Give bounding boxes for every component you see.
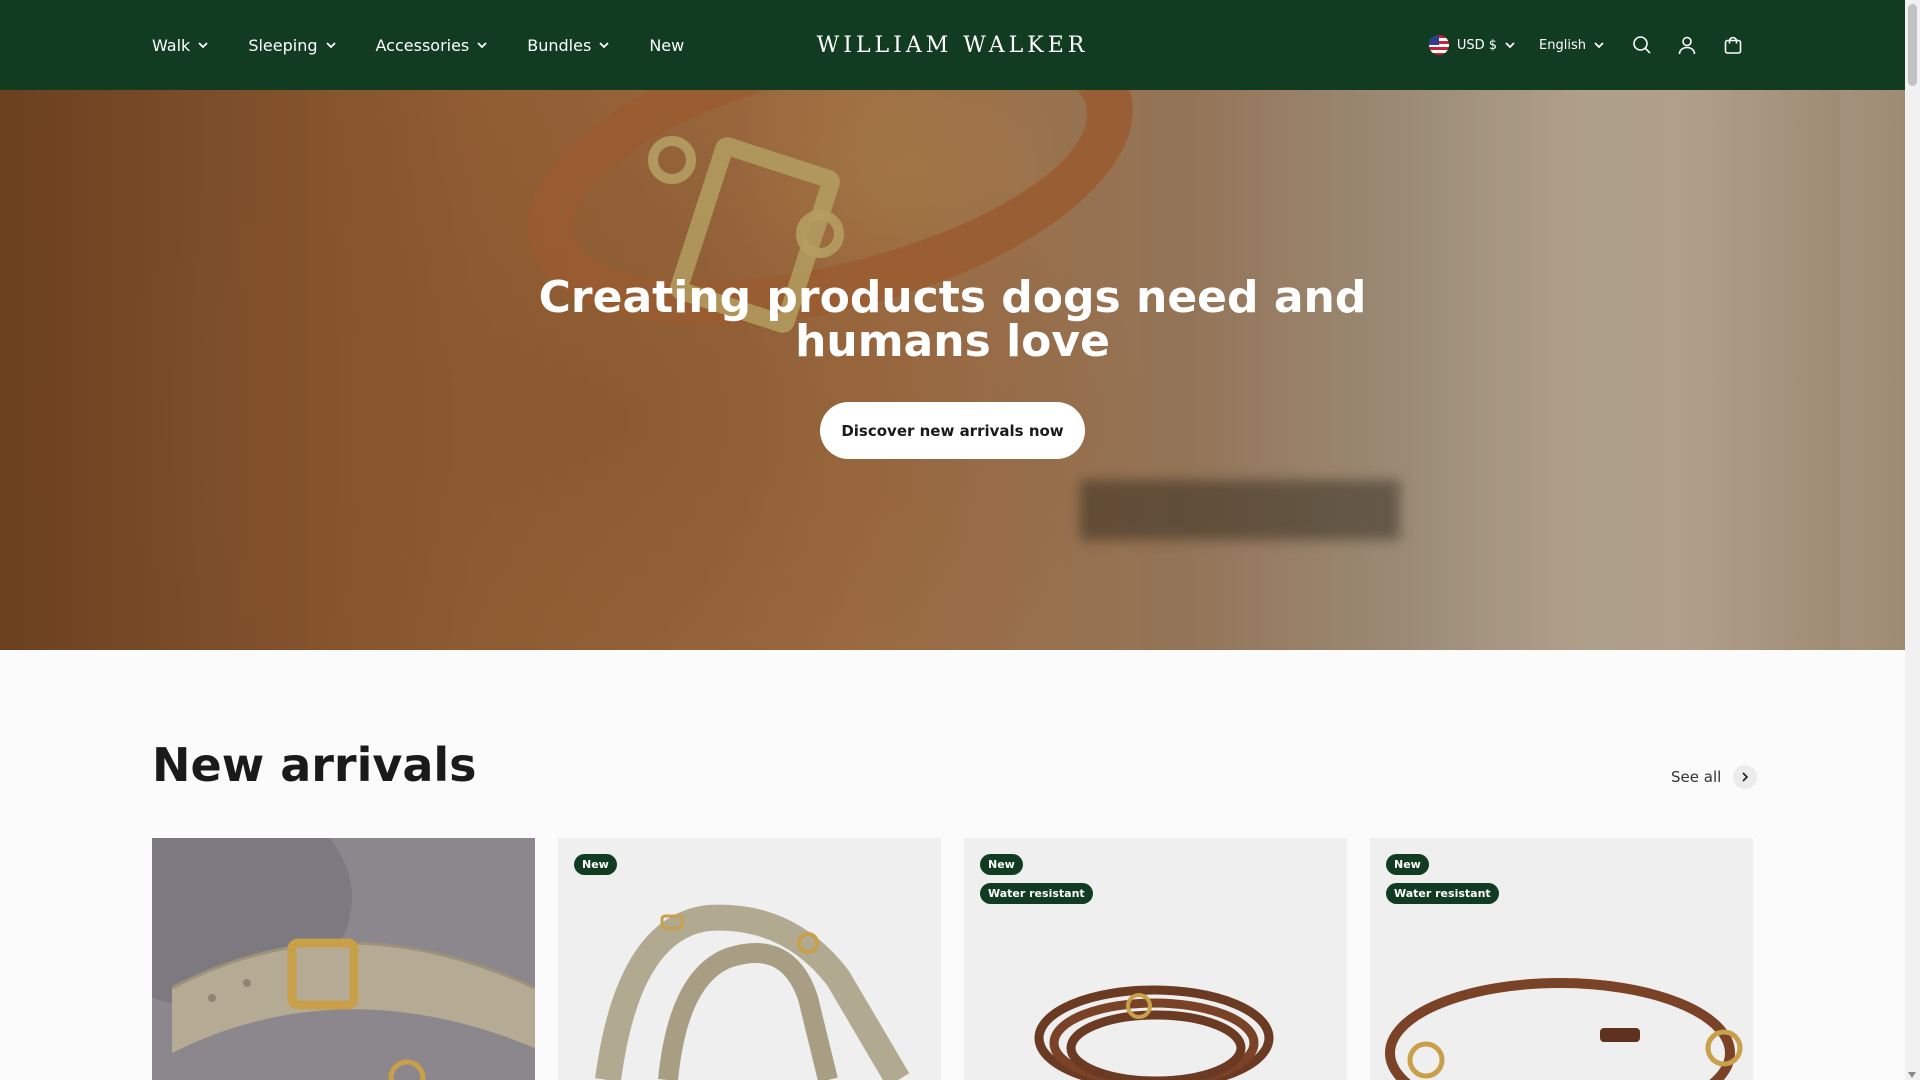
main-nav: Walk Sleeping Accessories Bundles New	[152, 0, 724, 90]
nav-item-label: New	[649, 35, 685, 55]
nav-item-walk[interactable]: Walk	[152, 36, 208, 55]
language-selector[interactable]: English	[1539, 38, 1604, 53]
site-header: Walk Sleeping Accessories Bundles New WI…	[0, 0, 1905, 90]
badge-list: New	[574, 854, 617, 883]
hero-overlay	[0, 90, 1905, 650]
product-card[interactable]: New	[558, 838, 941, 1080]
product-carousel: New New Water resistant New Water resist…	[152, 838, 1753, 1080]
water-resistant-badge: Water resistant	[1386, 883, 1499, 904]
chevron-down-icon	[1594, 42, 1604, 48]
currency-label: USD $	[1456, 37, 1498, 53]
page-scrollbar[interactable]	[1905, 0, 1920, 1080]
currency-selector[interactable]: USD $	[1428, 35, 1515, 55]
badge-list: New Water resistant	[980, 854, 1093, 912]
chevron-right-icon	[1733, 765, 1758, 789]
nav-item-label: Sleeping	[248, 35, 318, 55]
section-title: New arrivals	[152, 738, 477, 792]
nav-item-bundles[interactable]: Bundles	[527, 36, 609, 55]
product-card[interactable]: New Water resistant	[964, 838, 1347, 1080]
nav-item-sleeping[interactable]: Sleeping	[248, 35, 336, 55]
cart-icon[interactable]	[1721, 33, 1745, 57]
chevron-down-icon	[198, 42, 208, 48]
search-icon[interactable]	[1630, 33, 1654, 57]
scrollbar-thumb[interactable]	[1908, 4, 1917, 86]
product-card[interactable]: New Water resistant	[1370, 838, 1753, 1080]
nav-item-label: Walk	[152, 35, 191, 55]
hero-title: Creating products dogs need and humans l…	[0, 276, 1905, 364]
header-tools: USD $ English	[1428, 0, 1745, 90]
chevron-down-icon	[599, 42, 609, 48]
nav-item-accessories[interactable]: Accessories	[376, 36, 488, 55]
new-badge: New	[1386, 854, 1429, 875]
see-all-link[interactable]: See all	[1671, 765, 1758, 789]
chevron-down-icon	[477, 42, 487, 48]
water-resistant-badge: Water resistant	[980, 883, 1093, 904]
account-icon[interactable]	[1675, 33, 1699, 57]
language-label: English	[1539, 37, 1586, 53]
new-badge: New	[980, 854, 1023, 875]
product-image-collar	[152, 838, 535, 1080]
hero-banner: Creating products dogs need and humans l…	[0, 90, 1905, 650]
chevron-down-icon	[1505, 42, 1515, 48]
see-all-label: See all	[1671, 768, 1722, 786]
hero-title-line: Creating products dogs need and	[538, 272, 1367, 323]
scroll-down-arrow-icon[interactable]	[1908, 1072, 1916, 1078]
badge-list: New Water resistant	[1386, 854, 1499, 912]
new-badge: New	[574, 854, 617, 875]
product-card[interactable]	[152, 838, 535, 1080]
hero-title-line: humans love	[795, 316, 1110, 367]
us-flag-icon	[1428, 35, 1449, 55]
nav-item-label: Accessories	[375, 35, 470, 55]
discover-new-arrivals-button[interactable]: Discover new arrivals now	[820, 402, 1085, 459]
nav-item-new[interactable]: New	[649, 36, 684, 55]
brand-logo[interactable]: WILLIAM WALKER	[817, 33, 1089, 58]
chevron-down-icon	[325, 42, 336, 48]
nav-item-label: Bundles	[527, 35, 592, 55]
